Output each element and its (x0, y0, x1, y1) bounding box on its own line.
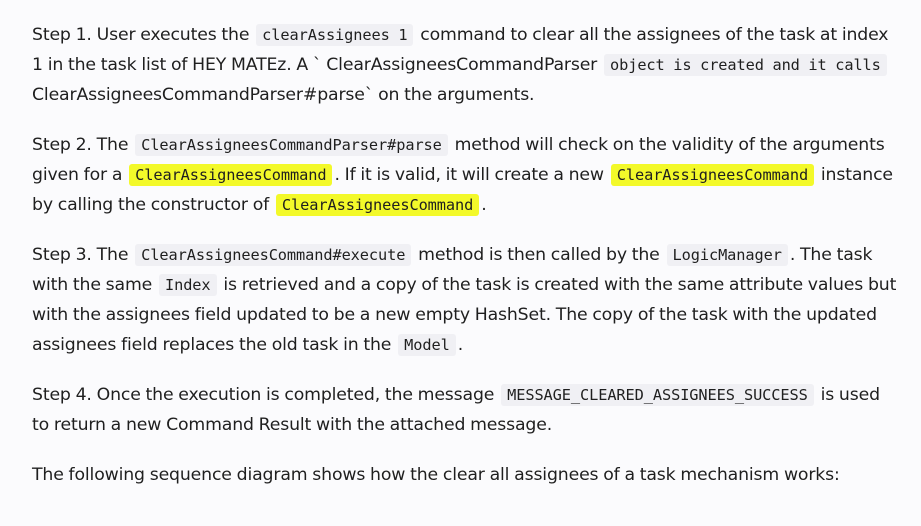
step-2-paragraph: Step 2. The ClearAssigneesCommandParser#… (32, 130, 898, 220)
step-2-text: . If it is valid, it will create a new (334, 165, 609, 185)
step-2-text: . (481, 195, 487, 215)
command-code: clearAssignees 1 (256, 24, 414, 46)
step-4-paragraph: Step 4. Once the execution is completed,… (32, 380, 898, 440)
step-3-text: method is then called by the (413, 245, 665, 265)
step-3-text: . (457, 335, 464, 355)
index-code: Index (158, 274, 217, 296)
highlighted-class-code: ClearAssigneesCommand (275, 194, 480, 216)
step-1-paragraph: Step 1. User executes the clearAssignees… (32, 20, 898, 110)
logic-manager-code: LogicManager (666, 244, 788, 266)
step-3-paragraph: Step 3. The ClearAssigneesCommand#execut… (32, 240, 898, 360)
execute-method-code: ClearAssigneesCommand#execute (135, 244, 412, 266)
parser-method-code: ClearAssigneesCommandParser#parse (135, 134, 448, 156)
highlighted-class-code: ClearAssigneesCommand (129, 164, 333, 186)
step-1-text: Step 1. User executes the (32, 25, 255, 45)
message-constant-code: MESSAGE_CLEARED_ASSIGNEES_SUCCESS (501, 384, 814, 406)
step-1-text: ClearAssigneesCommandParser#parse` on th… (32, 85, 535, 105)
step-2-text: Step 2. The (32, 135, 134, 155)
step-4-text: Step 4. Once the execution is completed,… (32, 385, 500, 405)
highlighted-class-code: ClearAssigneesCommand (610, 164, 815, 186)
inline-code: object is created and it calls (603, 54, 887, 76)
closing-paragraph: The following sequence diagram shows how… (32, 465, 840, 485)
model-code: Model (398, 334, 456, 356)
document-body: Step 1. User executes the clearAssignees… (32, 20, 898, 510)
step-3-text: Step 3. The (32, 245, 134, 265)
